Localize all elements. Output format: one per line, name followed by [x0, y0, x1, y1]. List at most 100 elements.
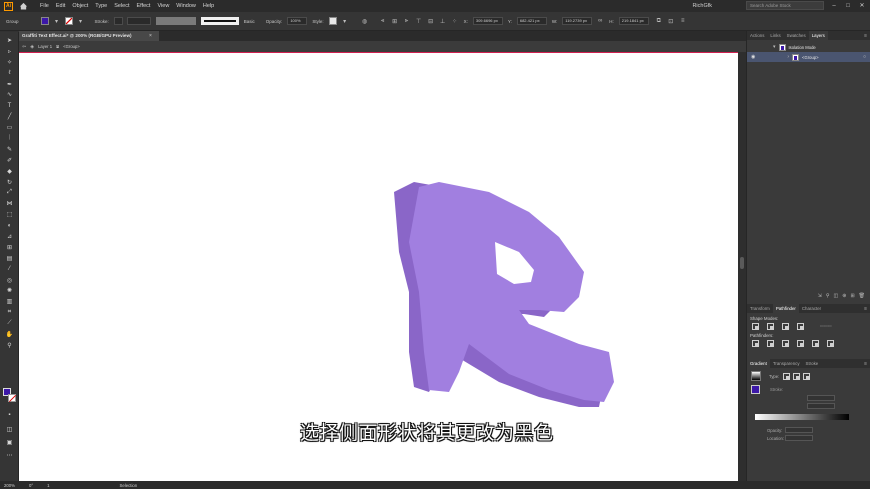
- chevron-down-icon[interactable]: ▾: [77, 17, 85, 25]
- intersect-icon[interactable]: [782, 323, 789, 330]
- panel-menu-icon[interactable]: ≡: [864, 306, 867, 312]
- tab-character[interactable]: Character: [799, 304, 824, 313]
- eyedropper-tool-icon[interactable]: ⁄: [0, 264, 19, 275]
- new-layer-icon[interactable]: ⊞: [850, 293, 854, 299]
- pen-tool-icon[interactable]: ✒: [0, 79, 19, 90]
- artboard-number[interactable]: 1: [47, 483, 49, 488]
- menu-help[interactable]: Help: [203, 3, 214, 9]
- gradient-opacity-input[interactable]: [785, 427, 813, 433]
- paintbrush-tool-icon[interactable]: ᛁ: [0, 133, 19, 144]
- graphic-style-swatch[interactable]: [328, 17, 337, 25]
- menu-window[interactable]: Window: [176, 3, 196, 9]
- align-bottom-icon[interactable]: ⊥: [439, 17, 447, 25]
- tab-layers[interactable]: Layers: [808, 31, 828, 40]
- merge-icon[interactable]: [782, 340, 789, 347]
- transform-icon[interactable]: ⧉: [655, 17, 663, 25]
- menu-edit[interactable]: Edit: [56, 3, 65, 9]
- breadcrumb-layer[interactable]: Layer 1: [38, 44, 52, 49]
- breadcrumb-group[interactable]: <Group>: [63, 44, 80, 49]
- freeform-gradient-icon[interactable]: [803, 372, 811, 380]
- x-input[interactable]: 309.6696 px: [472, 17, 503, 25]
- trim-icon[interactable]: [767, 340, 774, 347]
- y-input[interactable]: 682.421 px: [516, 17, 547, 25]
- gradient-ramp-slider[interactable]: [755, 414, 849, 420]
- column-graph-tool-icon[interactable]: ▥: [0, 296, 19, 307]
- delete-layer-icon[interactable]: 🗑: [859, 293, 865, 299]
- brush-definition[interactable]: [200, 17, 239, 25]
- edit-toolbar-icon[interactable]: ⋯: [0, 450, 19, 461]
- rotate-tool-icon[interactable]: ↻: [0, 177, 19, 188]
- gradient-fill-swatch[interactable]: [751, 385, 760, 394]
- chevron-right-icon[interactable]: ›: [787, 54, 789, 60]
- tab-stroke[interactable]: Stroke: [803, 359, 822, 368]
- tab-actions[interactable]: Actions: [747, 31, 767, 40]
- stroke-color-box[interactable]: [8, 394, 16, 402]
- variable-width-profile[interactable]: [155, 17, 196, 25]
- isolation-mode-row[interactable]: ▾ Isolation Mode: [747, 42, 870, 52]
- make-clipping-mask-icon[interactable]: ◫: [834, 293, 839, 299]
- radial-gradient-icon[interactable]: [793, 372, 801, 380]
- align-middle-icon[interactable]: ⊟: [427, 17, 435, 25]
- vertical-scrollbar[interactable]: [738, 52, 746, 481]
- panel-menu-icon[interactable]: ≡: [864, 361, 867, 367]
- link-icon[interactable]: ∞: [596, 17, 604, 25]
- drawing-mode-icon[interactable]: ◫: [0, 424, 19, 435]
- fill-swatch[interactable]: [40, 17, 49, 25]
- align-center-icon[interactable]: ⊞: [391, 17, 399, 25]
- artboard-tool-icon[interactable]: ⌗: [0, 307, 19, 318]
- screen-mode-icon[interactable]: ▣: [0, 437, 19, 448]
- tab-pathfinder[interactable]: Pathfinder: [772, 304, 799, 313]
- home-icon[interactable]: [19, 2, 28, 10]
- shaper-tool-icon[interactable]: ✐: [0, 155, 19, 166]
- menu-type[interactable]: Type: [95, 3, 107, 9]
- reference-point-icon[interactable]: ⁘: [451, 17, 459, 25]
- divide-icon[interactable]: [752, 340, 759, 347]
- maximize-button[interactable]: □: [844, 3, 852, 9]
- align-top-icon[interactable]: ⊤: [415, 17, 423, 25]
- minus-front-icon[interactable]: [767, 323, 774, 330]
- tab-transparency[interactable]: Transparency: [770, 359, 803, 368]
- zoom-level[interactable]: 200%: [4, 483, 15, 488]
- panel-menu-icon[interactable]: ≡: [864, 33, 867, 39]
- shape-builder-tool-icon[interactable]: ◐: [0, 220, 19, 231]
- chevron-down-icon[interactable]: ▾: [341, 17, 349, 25]
- crop-icon[interactable]: [797, 340, 804, 347]
- line-tool-icon[interactable]: ╱: [0, 111, 19, 122]
- magic-wand-tool-icon[interactable]: ✧: [0, 57, 19, 68]
- rotation-value[interactable]: 0°: [29, 483, 33, 488]
- rectangle-tool-icon[interactable]: ▭: [0, 122, 19, 133]
- scrollbar-thumb[interactable]: [740, 257, 744, 269]
- stroke-swatch-none[interactable]: [64, 17, 73, 25]
- menu-effect[interactable]: Effect: [137, 3, 151, 9]
- scale-tool-icon[interactable]: ⤢: [0, 187, 19, 198]
- width-input[interactable]: 119.2739 px: [562, 17, 593, 25]
- zoom-tool-icon[interactable]: ⚲: [0, 340, 19, 351]
- gradient-preview[interactable]: [751, 371, 761, 381]
- color-mode-icon[interactable]: ▪: [0, 410, 19, 421]
- opacity-input[interactable]: 100%: [287, 17, 308, 25]
- selection-tool-icon[interactable]: ➤: [0, 35, 19, 46]
- menu-file[interactable]: File: [40, 3, 49, 9]
- align-right-icon[interactable]: ⫸: [403, 17, 411, 25]
- mesh-tool-icon[interactable]: ⊞: [0, 242, 19, 253]
- minimize-button[interactable]: –: [830, 3, 838, 9]
- document-tab[interactable]: Graffiti Text Effect.ai* @ 200% (RGB/GPU…: [19, 31, 159, 41]
- height-input[interactable]: 219.1841 px: [618, 17, 649, 25]
- unite-icon[interactable]: [752, 323, 759, 330]
- lasso-tool-icon[interactable]: ℓ: [0, 68, 19, 79]
- type-tool-icon[interactable]: T: [0, 100, 19, 111]
- width-tool-icon[interactable]: ⋈: [0, 198, 19, 209]
- perspective-grid-tool-icon[interactable]: ⊿: [0, 231, 19, 242]
- isolate-icon[interactable]: ⊡: [667, 17, 675, 25]
- panel-menu-icon[interactable]: ≡: [679, 17, 687, 25]
- stroke-weight-dropdown[interactable]: [126, 17, 151, 25]
- eraser-tool-icon[interactable]: ◆: [0, 166, 19, 177]
- tab-gradient[interactable]: Gradient: [747, 359, 770, 368]
- pencil-tool-icon[interactable]: ✎: [0, 144, 19, 155]
- target-icon[interactable]: ○: [863, 54, 866, 60]
- tab-links[interactable]: Links: [767, 31, 783, 40]
- expand-button[interactable]: ▭▭▭: [820, 323, 832, 330]
- align-left-icon[interactable]: ⫷: [379, 17, 387, 25]
- group-layer-row[interactable]: ◉ › <Group> ○: [747, 52, 870, 62]
- stroke-weight-input[interactable]: [113, 17, 123, 25]
